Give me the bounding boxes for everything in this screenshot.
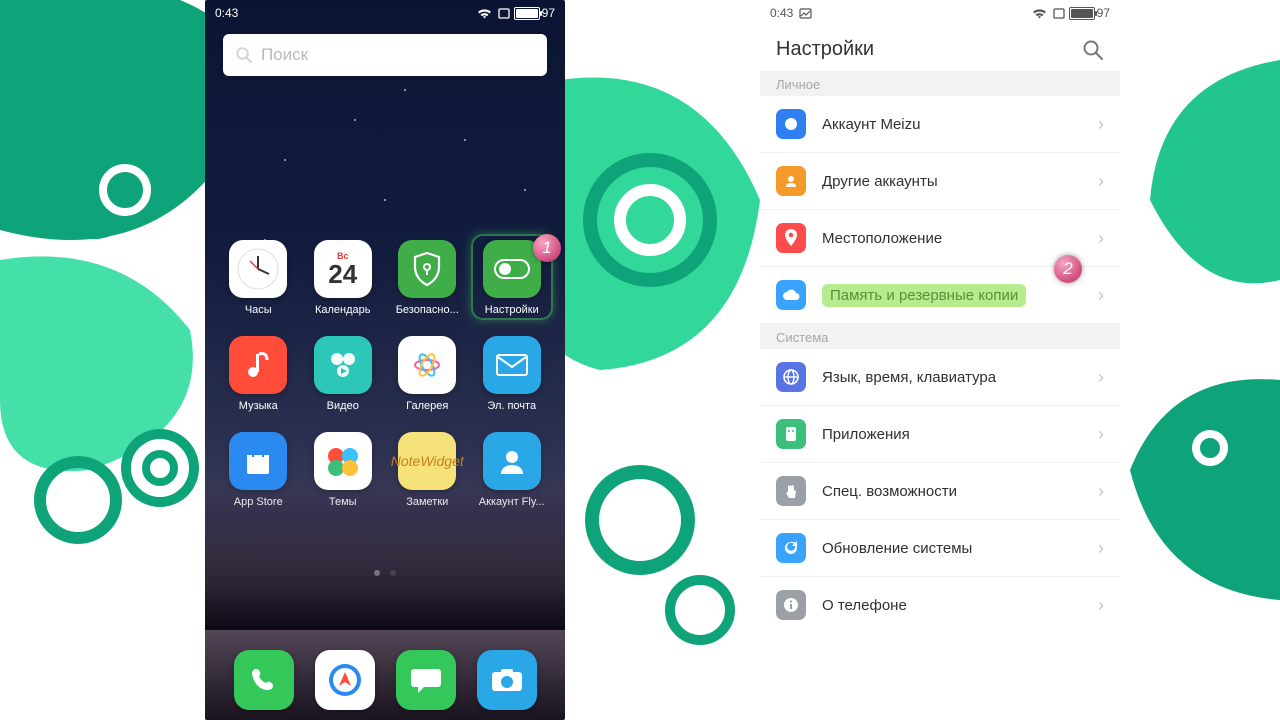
settings-header: Настройки xyxy=(760,24,1120,71)
clock-icon xyxy=(229,240,287,298)
search-icon xyxy=(235,46,253,64)
meizu-icon xyxy=(776,109,806,139)
chevron-right-icon: › xyxy=(1098,171,1104,192)
app-themes[interactable]: Темы xyxy=(308,432,379,508)
dock xyxy=(205,650,565,710)
row-meizu-account[interactable]: Аккаунт Meizu › xyxy=(760,96,1120,153)
battery-icon: 97 xyxy=(514,6,555,20)
apps-icon xyxy=(776,419,806,449)
row-apps[interactable]: Приложения › xyxy=(760,406,1120,463)
info-icon xyxy=(776,590,806,620)
shield-icon xyxy=(398,240,456,298)
sim-icon xyxy=(498,8,510,19)
app-email[interactable]: Эл. почта xyxy=(477,336,548,412)
status-bar: 0:43 97 xyxy=(760,0,1120,24)
settings-title: Настройки xyxy=(776,38,874,61)
dock-camera[interactable] xyxy=(477,650,537,710)
app-clock[interactable]: Часы xyxy=(223,240,294,316)
row-about-phone[interactable]: О телефоне › xyxy=(760,577,1120,633)
step-bubble-2: 2 xyxy=(1054,255,1082,283)
globe-icon xyxy=(776,362,806,392)
battery-icon: 97 xyxy=(1069,6,1110,20)
chevron-right-icon: › xyxy=(1098,595,1104,616)
row-accessibility[interactable]: Спец. возможности › xyxy=(760,463,1120,520)
mail-icon xyxy=(483,336,541,394)
row-other-accounts[interactable]: Другие аккаунты › xyxy=(760,153,1120,210)
battery-pct: 97 xyxy=(1097,6,1110,20)
app-grid: Часы Вс24Календарь Безопасно... Настройк… xyxy=(205,240,565,508)
app-notes[interactable]: NoteWidgetЗаметки xyxy=(392,432,463,508)
status-time: 0:43 xyxy=(770,6,793,20)
themes-icon xyxy=(314,432,372,490)
row-system-update[interactable]: Обновление системы › xyxy=(760,520,1120,577)
page-dot-active xyxy=(374,570,380,576)
step-bubble-1: 1 xyxy=(533,234,561,262)
calendar-icon: Вс24 xyxy=(314,240,372,298)
section-personal: Личное xyxy=(760,71,1120,96)
battery-pct: 97 xyxy=(542,6,555,20)
row-language-time[interactable]: Язык, время, клавиатура › xyxy=(760,349,1120,406)
phone-home-screen: 0:43 97 Поиск Часы Вс24Календарь Безопас… xyxy=(205,0,565,720)
page-indicator xyxy=(205,570,565,576)
app-calendar[interactable]: Вс24Календарь xyxy=(308,240,379,316)
update-icon xyxy=(776,533,806,563)
app-flyme-account[interactable]: Аккаунт Fly... xyxy=(477,432,548,508)
gallery-icon xyxy=(398,336,456,394)
page-dot xyxy=(390,570,396,576)
phone-settings-screen: 0:43 97 Настройки Личное Аккаунт Meizu ›… xyxy=(760,0,1120,720)
bag-icon xyxy=(229,432,287,490)
step2-highlight: Память и резервные копии xyxy=(822,284,1026,307)
music-icon xyxy=(229,336,287,394)
status-time: 0:43 xyxy=(215,6,238,20)
app-video[interactable]: Видео xyxy=(308,336,379,412)
chevron-right-icon: › xyxy=(1098,228,1104,249)
app-gallery[interactable]: Галерея xyxy=(392,336,463,412)
notes-icon: NoteWidget xyxy=(398,432,456,490)
video-icon xyxy=(314,336,372,394)
wifi-icon xyxy=(477,8,492,19)
hand-icon xyxy=(776,476,806,506)
app-music[interactable]: Музыка xyxy=(223,336,294,412)
status-bar: 0:43 97 xyxy=(205,0,565,24)
chevron-right-icon: › xyxy=(1098,538,1104,559)
chevron-right-icon: › xyxy=(1098,481,1104,502)
section-system: Система xyxy=(760,324,1120,349)
app-security[interactable]: Безопасно... xyxy=(392,240,463,316)
location-icon xyxy=(776,223,806,253)
chevron-right-icon: › xyxy=(1098,114,1104,135)
dock-messages[interactable] xyxy=(396,650,456,710)
search-icon[interactable] xyxy=(1082,39,1104,61)
chevron-right-icon: › xyxy=(1098,285,1104,306)
chevron-right-icon: › xyxy=(1098,424,1104,445)
screenshot-icon xyxy=(799,8,812,19)
chevron-right-icon: › xyxy=(1098,367,1104,388)
dock-browser[interactable] xyxy=(315,650,375,710)
sim-icon xyxy=(1053,8,1065,19)
app-appstore[interactable]: App Store xyxy=(223,432,294,508)
row-storage-backup[interactable]: Память и резервные копии › 2 xyxy=(760,267,1120,324)
cloud-icon xyxy=(776,280,806,310)
dock-phone[interactable] xyxy=(234,650,294,710)
person-icon xyxy=(776,166,806,196)
wifi-icon xyxy=(1032,8,1047,19)
account-icon xyxy=(483,432,541,490)
